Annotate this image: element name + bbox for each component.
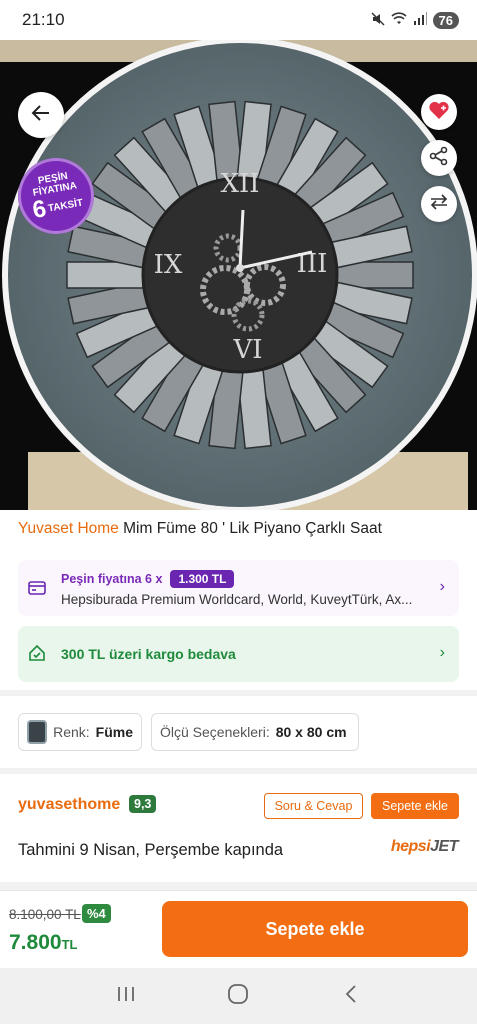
- free-shipping-text: 300 TL üzeri kargo bedava: [61, 646, 236, 662]
- section-divider: [0, 768, 477, 774]
- qa-button[interactable]: Soru & Cevap: [264, 793, 363, 819]
- delivery-estimate: Tahmini 9 Nisan, Perşembe kapında: [18, 841, 284, 859]
- product-name: Mim Füme 80 ' Lik Piyano Çarklı Saat: [118, 520, 382, 537]
- battery-indicator: 76: [432, 11, 459, 29]
- mute-icon: [371, 11, 385, 29]
- home-circle-icon: [227, 983, 249, 1010]
- share-button[interactable]: [421, 140, 457, 176]
- favorite-button[interactable]: [421, 94, 457, 130]
- product-title: Yuvaset Home Mim Füme 80 ' Lik Piyano Ça…: [18, 520, 463, 538]
- home-delivery-icon: [28, 644, 46, 667]
- status-icons: 76: [371, 11, 459, 29]
- add-to-cart-button[interactable]: Sepete ekle: [162, 901, 468, 957]
- price-value: 7.800: [9, 931, 62, 954]
- svg-text:IX: IX: [154, 250, 183, 280]
- current-price: 7.800TL: [9, 931, 77, 955]
- carrier-logo: hepsiJET: [390, 838, 459, 856]
- seller-rating-badge: 9,3: [129, 795, 157, 813]
- svg-text:VI: VI: [232, 335, 262, 365]
- back-button[interactable]: [18, 92, 64, 138]
- compare-arrows-icon: [429, 192, 449, 217]
- section-divider: [0, 882, 477, 890]
- recent-apps-icon: [116, 985, 136, 1008]
- badge-number: 6: [30, 195, 49, 225]
- compare-button[interactable]: [421, 186, 457, 222]
- status-time: 21:10: [22, 10, 65, 29]
- share-icon: [429, 146, 449, 171]
- recent-apps-button[interactable]: [106, 976, 146, 1016]
- free-shipping-banner[interactable]: 300 TL üzeri kargo bedava ›: [18, 626, 459, 682]
- numeral-xii: XII: [220, 169, 259, 199]
- chevron-right-icon: ›: [439, 644, 445, 661]
- old-price: 8.100,00 TL: [9, 907, 81, 922]
- carrier-part1: hepsi: [390, 838, 431, 855]
- carrier-part2: JET: [430, 838, 458, 855]
- badge-line3: 6 TAKSİT: [30, 191, 85, 225]
- wifi-icon: [390, 12, 407, 28]
- installment-line: Peşin fiyatına 6 x 1.300 TL: [61, 570, 235, 588]
- system-nav-bar: [0, 968, 477, 1024]
- color-value: Füme: [95, 724, 133, 740]
- size-value: 80 x 80 cm: [275, 724, 347, 740]
- color-option[interactable]: Renk: Füme: [18, 713, 142, 751]
- section-divider: [0, 690, 477, 696]
- heart-icon: [428, 100, 450, 125]
- installment-label: Peşin fiyatına 6 x: [61, 572, 163, 586]
- size-label: Ölçü Seçenekleri:: [160, 724, 270, 740]
- nav-back-button[interactable]: [331, 976, 371, 1016]
- price-currency: TL: [61, 937, 78, 952]
- size-option[interactable]: Ölçü Seçenekleri: 80 x 80 cm: [151, 713, 359, 751]
- color-label: Renk:: [53, 724, 90, 740]
- credit-card-icon: [28, 581, 46, 600]
- home-button[interactable]: [218, 976, 258, 1016]
- badge-word: TAKSİT: [47, 197, 84, 214]
- chevron-right-icon: ›: [439, 578, 445, 595]
- installment-card[interactable]: Peşin fiyatına 6 x 1.300 TL Hepsiburada …: [18, 560, 459, 616]
- product-brand-link[interactable]: Yuvaset Home: [18, 520, 119, 537]
- clock-illustration: XII III VI IX: [0, 40, 477, 510]
- back-chevron-icon: [344, 984, 358, 1009]
- seller-name-link[interactable]: yuvasethome: [18, 796, 120, 814]
- color-thumbnail: [27, 720, 48, 744]
- seller-add-to-cart-button[interactable]: Sepete ekle: [371, 793, 459, 819]
- status-bar: 21:10 76: [0, 0, 477, 40]
- product-image[interactable]: XII III VI IX PEŞİN FİYATINA 6 TAKSİT: [0, 40, 477, 510]
- installment-amount: 1.300 TL: [170, 570, 235, 588]
- discount-badge: %4: [82, 904, 111, 923]
- installment-banks: Hepsiburada Premium Worldcard, World, Ku…: [61, 592, 413, 607]
- arrow-left-icon: [31, 103, 51, 128]
- price-bar: 8.100,00 TL %4 7.800TL Sepete ekle: [0, 890, 477, 968]
- signal-icon: [413, 12, 427, 28]
